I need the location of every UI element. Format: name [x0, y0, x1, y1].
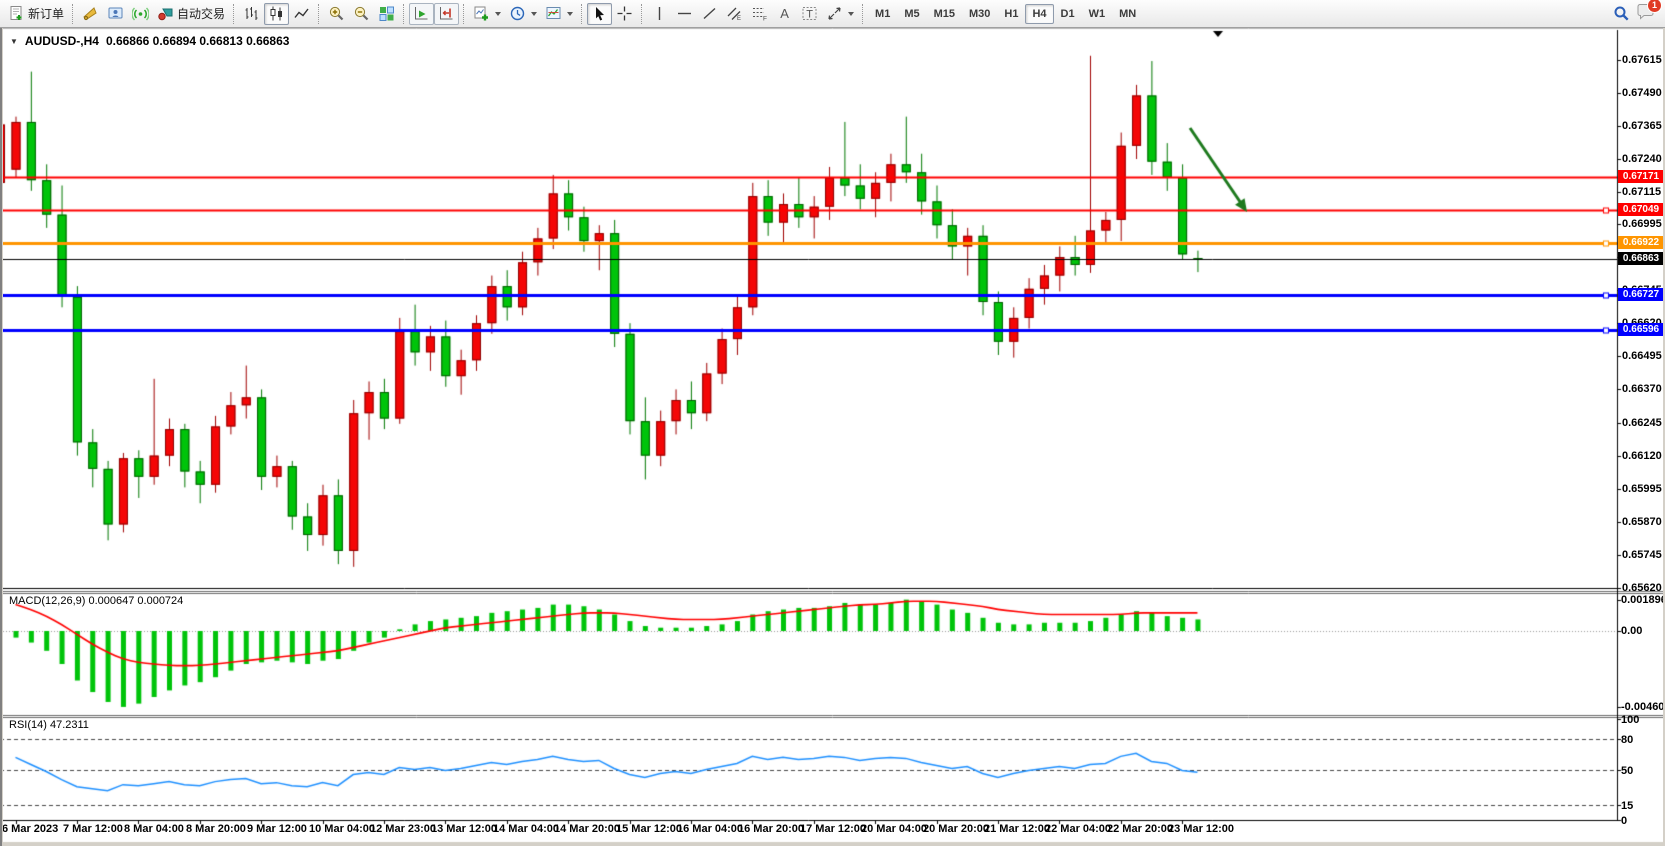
- dropdown-caret-icon: [567, 12, 573, 16]
- signal-button[interactable]: [128, 3, 153, 25]
- auto-scroll-icon: [413, 5, 430, 22]
- timeframe-group: M1M5M15M30H1H4D1W1MN: [868, 4, 1143, 24]
- timeframe-mn[interactable]: MN: [1112, 4, 1143, 24]
- signal-icon: [132, 5, 149, 22]
- toolbar-separator: [72, 4, 74, 24]
- chart-shift-button[interactable]: [434, 3, 459, 25]
- chart-window: ▼ AUDUSD-,H4 0.66866 0.66894 0.66813 0.6…: [0, 28, 1665, 846]
- zoom-out-icon: [353, 5, 370, 22]
- zoom-in-icon: [328, 5, 345, 22]
- toolbar-separator: [318, 4, 320, 24]
- tile-windows-icon: [378, 5, 395, 22]
- channel-icon: E: [726, 5, 743, 22]
- search-icon[interactable]: [1613, 5, 1630, 22]
- timeframe-d1[interactable]: D1: [1054, 4, 1082, 24]
- gold-horn-icon: [82, 5, 99, 22]
- notification-badge: 1: [1647, 0, 1662, 13]
- autotrading-button[interactable]: 自动交易: [153, 3, 229, 25]
- vertical-line-button[interactable]: [647, 3, 672, 25]
- periods-button[interactable]: [505, 3, 541, 25]
- timeframe-m30[interactable]: M30: [962, 4, 997, 24]
- candlestick-chart-button[interactable]: [264, 3, 289, 25]
- dropdown-caret-icon: [848, 12, 854, 16]
- profile-button[interactable]: [103, 3, 128, 25]
- line-chart-icon: [293, 5, 310, 22]
- autotrading-icon: [157, 5, 174, 22]
- equidistant-channel-button[interactable]: E: [722, 3, 747, 25]
- arrows-tool-icon: [826, 5, 843, 22]
- toolbar-separator: [862, 4, 864, 24]
- trendline-icon: [701, 5, 718, 22]
- chart-shift-icon: [438, 5, 455, 22]
- add-indicator-icon: [473, 5, 490, 22]
- indicators-button[interactable]: [469, 3, 505, 25]
- toolbar: 新订单 自动交易: [0, 0, 1665, 28]
- toolbar-separator: [641, 4, 643, 24]
- cursor-icon: [591, 5, 608, 22]
- zoom-in-button[interactable]: [324, 3, 349, 25]
- text-label-icon: T: [801, 5, 818, 22]
- crosshair-button[interactable]: [612, 3, 637, 25]
- timeframe-h1[interactable]: H1: [997, 4, 1025, 24]
- timeframe-m5[interactable]: M5: [897, 4, 926, 24]
- bar-chart-button[interactable]: [239, 3, 264, 25]
- auto-scroll-button[interactable]: [409, 3, 434, 25]
- window-left-border: [0, 28, 3, 846]
- horizontal-line-button[interactable]: [672, 3, 697, 25]
- autotrading-label: 自动交易: [177, 5, 225, 22]
- toolbar-separator: [581, 4, 583, 24]
- quotes-button[interactable]: [78, 3, 103, 25]
- crosshair-icon: [616, 5, 633, 22]
- arrows-tool-button[interactable]: [822, 3, 858, 25]
- zoom-out-button[interactable]: [349, 3, 374, 25]
- fibonacci-button[interactable]: F: [747, 3, 772, 25]
- timeframe-w1[interactable]: W1: [1082, 4, 1113, 24]
- bar-chart-icon: [243, 5, 260, 22]
- chat-button[interactable]: 1: [1636, 3, 1655, 25]
- cursor-button[interactable]: [587, 3, 612, 25]
- svg-text:F: F: [763, 16, 767, 23]
- svg-text:A: A: [780, 6, 789, 21]
- candlestick-icon: [268, 5, 285, 22]
- new-order-label: 新订单: [28, 5, 64, 22]
- text-icon: A: [776, 5, 793, 22]
- toolbar-separator: [463, 4, 465, 24]
- vertical-line-icon: [651, 5, 668, 22]
- templates-button[interactable]: [541, 3, 577, 25]
- new-order-button[interactable]: 新订单: [4, 3, 68, 25]
- toolbar-separator: [233, 4, 235, 24]
- timeframe-m1[interactable]: M1: [868, 4, 897, 24]
- dropdown-caret-icon: [495, 12, 501, 16]
- trendline-button[interactable]: [697, 3, 722, 25]
- horizontal-line-icon: [676, 5, 693, 22]
- profile-icon: [107, 5, 124, 22]
- chart-canvas[interactable]: [0, 28, 1665, 846]
- timeframe-h4[interactable]: H4: [1025, 4, 1053, 24]
- template-chart-icon: [545, 5, 562, 22]
- fibonacci-icon: F: [751, 5, 768, 22]
- dropdown-caret-icon: [531, 12, 537, 16]
- toolbar-separator: [403, 4, 405, 24]
- svg-text:T: T: [806, 9, 813, 21]
- tile-windows-button[interactable]: [374, 3, 399, 25]
- new-order-icon: [8, 5, 25, 22]
- text-label-button[interactable]: T: [797, 3, 822, 25]
- clock-icon: [509, 5, 526, 22]
- svg-text:E: E: [737, 16, 741, 22]
- text-button[interactable]: A: [772, 3, 797, 25]
- line-chart-button[interactable]: [289, 3, 314, 25]
- timeframe-m15[interactable]: M15: [927, 4, 962, 24]
